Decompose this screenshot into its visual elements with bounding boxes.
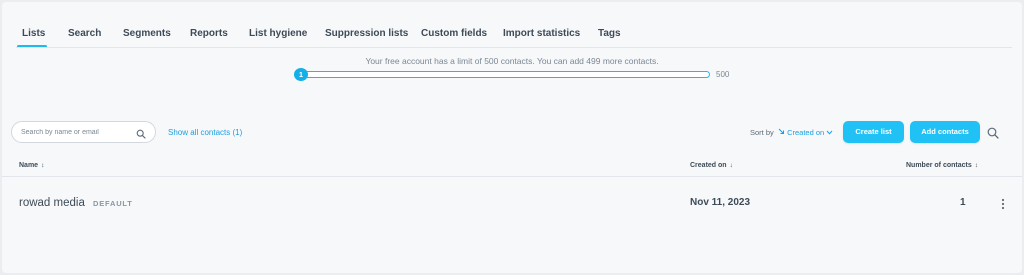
column-header-count-label: Number of contacts: [906, 162, 972, 169]
tab-tags[interactable]: Tags: [598, 28, 621, 39]
sort-by-label: Sort by: [750, 128, 774, 137]
toolbar-search-icon[interactable]: [987, 126, 999, 144]
lists-panel: Lists Search Segments Reports List hygie…: [2, 2, 1022, 273]
sort-direction-icon: [778, 128, 787, 137]
search-field[interactable]: [11, 121, 156, 143]
chevron-down-icon: [826, 128, 833, 137]
contact-limit-progress-bar: [298, 71, 710, 78]
sort-by-dropdown[interactable]: Created on: [778, 128, 833, 137]
tab-bar: Lists Search Segments Reports List hygie…: [2, 28, 1022, 48]
contact-limit-message: Your free account has a limit of 500 con…: [365, 56, 659, 66]
tab-list-hygiene[interactable]: List hygiene: [249, 28, 307, 39]
tab-lists[interactable]: Lists: [22, 28, 45, 39]
tab-suppression-lists[interactable]: Suppression lists: [325, 28, 408, 39]
column-header-count[interactable]: Number of contacts ↕: [906, 162, 978, 169]
tab-search[interactable]: Search: [68, 28, 101, 39]
add-contacts-button[interactable]: Add contacts: [910, 121, 980, 143]
column-header-name[interactable]: Name ↕: [19, 162, 44, 169]
sort-down-icon: ↓: [729, 162, 733, 169]
column-header-created-label: Created on: [690, 162, 727, 169]
sort-toggle-icon: ↕: [41, 162, 45, 169]
kebab-menu-icon[interactable]: [1001, 197, 1005, 215]
contact-limit-progress-knob: 1: [294, 68, 308, 81]
tab-import-statistics[interactable]: Import statistics: [503, 28, 580, 39]
tab-reports[interactable]: Reports: [190, 28, 228, 39]
search-icon[interactable]: [136, 126, 146, 144]
contact-limit-max: 500: [716, 70, 730, 79]
sort-toggle-icon: ↕: [974, 162, 978, 169]
tabs-divider: [16, 47, 1012, 48]
default-badge: DEFAULT: [93, 199, 133, 208]
column-header-created[interactable]: Created on ↓: [690, 162, 733, 169]
list-name[interactable]: rowad media: [19, 197, 85, 209]
show-all-contacts-link[interactable]: Show all contacts (1): [168, 128, 242, 137]
tab-custom-fields[interactable]: Custom fields: [421, 28, 487, 39]
search-input[interactable]: [21, 126, 131, 138]
tab-segments[interactable]: Segments: [123, 28, 171, 39]
create-list-button[interactable]: Create list: [843, 121, 904, 143]
column-header-name-label: Name: [19, 162, 39, 169]
list-created-date: Nov 11, 2023: [690, 197, 751, 208]
list-contact-count: 1: [960, 197, 966, 208]
sort-by-value: Created on: [787, 128, 825, 137]
table-header-divider: [2, 176, 1022, 177]
